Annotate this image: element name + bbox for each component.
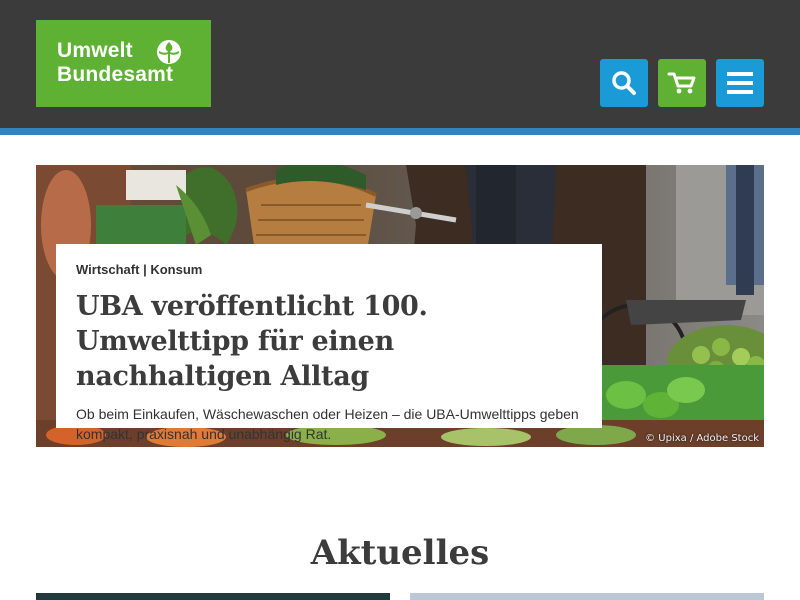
logo-text-bundesamt: Bundesamt [57, 63, 174, 86]
site-header: Umwelt Bundesamt [0, 0, 800, 128]
logo-text-umwelt: Umwelt [57, 39, 133, 62]
search-icon [612, 71, 636, 95]
news-card-image-1[interactable] [36, 593, 390, 600]
cart-icon [667, 72, 696, 94]
cart-button[interactable] [658, 59, 706, 107]
search-button[interactable] [600, 59, 648, 107]
menu-button[interactable] [716, 59, 764, 107]
image-credit: © Upixa / Adobe Stock [645, 433, 759, 444]
header-accent-stripe [0, 128, 800, 135]
news-card-image-2[interactable] [410, 593, 764, 600]
uba-emblem-icon [157, 40, 181, 64]
category-separator: | [139, 262, 151, 277]
category-link-konsum[interactable]: Konsum [150, 262, 202, 277]
teaser-headline[interactable]: UBA veröffentlicht 100. Umwelttipp für e… [76, 289, 582, 394]
hamburger-menu-icon [727, 72, 753, 94]
category-link-wirtschaft[interactable]: Wirtschaft [76, 262, 139, 277]
teaser-category: Wirtschaft | Konsum [76, 262, 582, 277]
section-heading-aktuelles: Aktuelles [310, 533, 490, 573]
hero-teaser-card[interactable]: Wirtschaft | Konsum UBA veröffentlicht 1… [56, 244, 602, 442]
uba-logo[interactable]: Umwelt Bundesamt [36, 20, 211, 107]
teaser-description: Ob beim Einkaufen, Wäschewaschen oder He… [76, 406, 579, 442]
